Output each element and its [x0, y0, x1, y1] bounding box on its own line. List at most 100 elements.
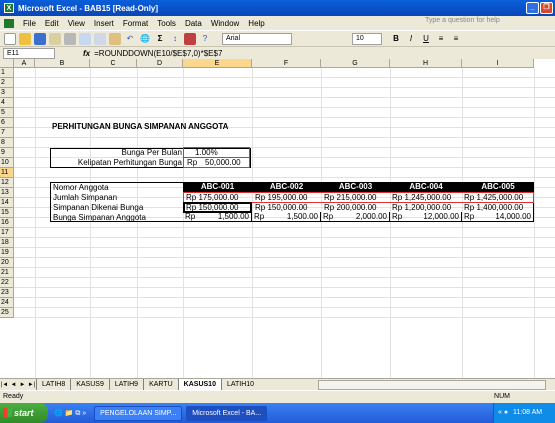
row-header-14[interactable]: 14 [0, 198, 14, 208]
dikenai-cell[interactable]: Rp 150,000.00 [186, 203, 239, 212]
tray-icons[interactable]: « ● [498, 409, 508, 416]
help-icon[interactable]: ? [199, 33, 211, 45]
row-header-2[interactable]: 2 [0, 78, 14, 88]
copy-icon[interactable] [94, 32, 106, 45]
last-sheet-icon[interactable]: ►| [27, 382, 36, 388]
header-abc-004[interactable]: ABC-004 [390, 182, 462, 192]
tab-kasus9[interactable]: KASUS9 [70, 379, 109, 390]
bunga-cell[interactable]: Rp 12,000.00 [390, 212, 462, 222]
task-pengelolaan[interactable]: PENGELOLAAN SIMP... [94, 405, 183, 421]
jumlah-cell[interactable]: Rp 1,425,000.00 [464, 193, 523, 202]
menu-view[interactable]: View [68, 19, 85, 28]
row-header-19[interactable]: 19 [0, 248, 14, 258]
task-excel[interactable]: Microsoft Excel - BA... [186, 405, 268, 421]
dikenai-cell[interactable]: Rp 1,200,000.00 [392, 203, 451, 212]
preview-icon[interactable] [79, 32, 91, 45]
column-header-c[interactable]: C [90, 59, 137, 68]
menu-tools[interactable]: Tools [157, 19, 176, 28]
save-icon[interactable] [34, 32, 46, 45]
row-header-4[interactable]: 4 [0, 98, 14, 108]
column-header-h[interactable]: H [390, 59, 462, 68]
column-header-i[interactable]: I [462, 59, 534, 68]
row-header-16[interactable]: 16 [0, 218, 14, 228]
row-header-11[interactable]: 11 [0, 168, 14, 178]
chart-icon[interactable] [184, 32, 196, 45]
row-header-9[interactable]: 9 [0, 148, 14, 158]
row-header-12[interactable]: 12 [0, 178, 14, 188]
select-all-corner[interactable] [0, 59, 14, 68]
menu-format[interactable]: Format [123, 19, 148, 28]
fx-icon[interactable]: fx [83, 49, 90, 58]
print-icon[interactable] [64, 32, 76, 45]
row-header-1[interactable]: 1 [0, 68, 14, 78]
bunga-cell[interactable]: Rp 1,500.00 [252, 212, 321, 222]
column-header-f[interactable]: F [252, 59, 321, 68]
row-header-5[interactable]: 5 [0, 108, 14, 118]
permission-icon[interactable] [49, 32, 61, 45]
worksheet-grid[interactable]: A B C D E F G H I 1 2 3 4 5 6 7 8 9 10 11 12 13 14 15 16 17 18 19 20… [0, 59, 555, 378]
dikenai-cell[interactable]: Rp 1,400,000.00 [464, 203, 523, 212]
header-abc-001[interactable]: ABC-001 [183, 182, 252, 192]
start-button[interactable]: start [0, 403, 48, 423]
font-size-select[interactable]: 10 [352, 32, 382, 45]
row-header-13[interactable]: 13 [0, 188, 14, 198]
column-header-g[interactable]: G [321, 59, 390, 68]
menu-edit[interactable]: Edit [45, 19, 59, 28]
column-header-e[interactable]: E [183, 59, 252, 68]
menu-window[interactable]: Window [211, 19, 239, 28]
menu-doc-icon[interactable] [4, 18, 14, 28]
next-sheet-icon[interactable]: ► [18, 382, 27, 388]
name-box[interactable]: E11 [3, 47, 55, 59]
jumlah-cell[interactable]: Rp 1,245,000.00 [392, 193, 451, 202]
prev-sheet-icon[interactable]: ◄ [9, 382, 18, 388]
column-header-d[interactable]: D [137, 59, 183, 68]
row-header-23[interactable]: 23 [0, 288, 14, 298]
align-left-icon[interactable]: ≡ [435, 33, 447, 45]
quicklaunch-icon[interactable]: 🌐 📁 ⧉ » [54, 409, 86, 418]
row-header-3[interactable]: 3 [0, 88, 14, 98]
minimize-button[interactable]: _ [526, 2, 539, 14]
autosum-icon[interactable]: Σ [154, 33, 166, 45]
hyperlink-icon[interactable]: 🌐 [139, 33, 151, 45]
column-header-b[interactable]: B [35, 59, 90, 68]
menu-insert[interactable]: Insert [94, 19, 114, 28]
row-header-6[interactable]: 6 [0, 118, 14, 128]
header-abc-002[interactable]: ABC-002 [252, 182, 321, 192]
row-header-21[interactable]: 21 [0, 268, 14, 278]
tab-latih9[interactable]: LATIH9 [108, 379, 144, 390]
first-sheet-icon[interactable]: |◄ [0, 382, 9, 388]
restore-button[interactable]: ❐ [540, 2, 553, 14]
align-center-icon[interactable]: ≡ [450, 33, 462, 45]
tab-latih8[interactable]: LATIH8 [36, 379, 71, 390]
tab-kasus10[interactable]: KASUS10 [177, 379, 221, 390]
italic-button[interactable]: I [405, 33, 417, 45]
bunga-cell[interactable]: Rp 14,000.00 [462, 212, 534, 222]
bunga-cell[interactable]: Rp 2,000.00 [321, 212, 390, 222]
jumlah-cell[interactable]: Rp 175,000.00 [186, 193, 239, 202]
jumlah-cell[interactable]: Rp 215,000.00 [324, 193, 377, 202]
jumlah-cell[interactable]: Rp 195,000.00 [255, 193, 308, 202]
formula-input[interactable]: =ROUNDDOWN(E10/$E$7,0)*$E$7 [94, 49, 222, 58]
sort-icon[interactable]: ↕ [169, 33, 181, 45]
row-header-7[interactable]: 7 [0, 128, 14, 138]
font-name-select[interactable]: Arial [222, 32, 292, 45]
row-header-17[interactable]: 17 [0, 228, 14, 238]
tab-latih10[interactable]: LATIH10 [220, 379, 260, 390]
menu-file[interactable]: File [23, 19, 36, 28]
undo-icon[interactable]: ↶ [124, 33, 136, 45]
row-header-24[interactable]: 24 [0, 298, 14, 308]
header-abc-005[interactable]: ABC-005 [462, 182, 534, 192]
row-header-22[interactable]: 22 [0, 278, 14, 288]
row-header-15[interactable]: 15 [0, 208, 14, 218]
menu-data[interactable]: Data [185, 19, 202, 28]
header-abc-003[interactable]: ABC-003 [321, 182, 390, 192]
column-header-a[interactable]: A [14, 59, 35, 68]
dikenai-cell[interactable]: Rp 150,000.00 [255, 203, 308, 212]
help-search-input[interactable]: Type a question for help [425, 17, 515, 28]
horizontal-scrollbar[interactable] [318, 380, 546, 390]
row-header-10[interactable]: 10 [0, 158, 14, 168]
dikenai-cell[interactable]: Rp 200,000.00 [324, 203, 377, 212]
menu-help[interactable]: Help [248, 19, 264, 28]
row-header-20[interactable]: 20 [0, 258, 14, 268]
new-icon[interactable] [4, 32, 16, 45]
